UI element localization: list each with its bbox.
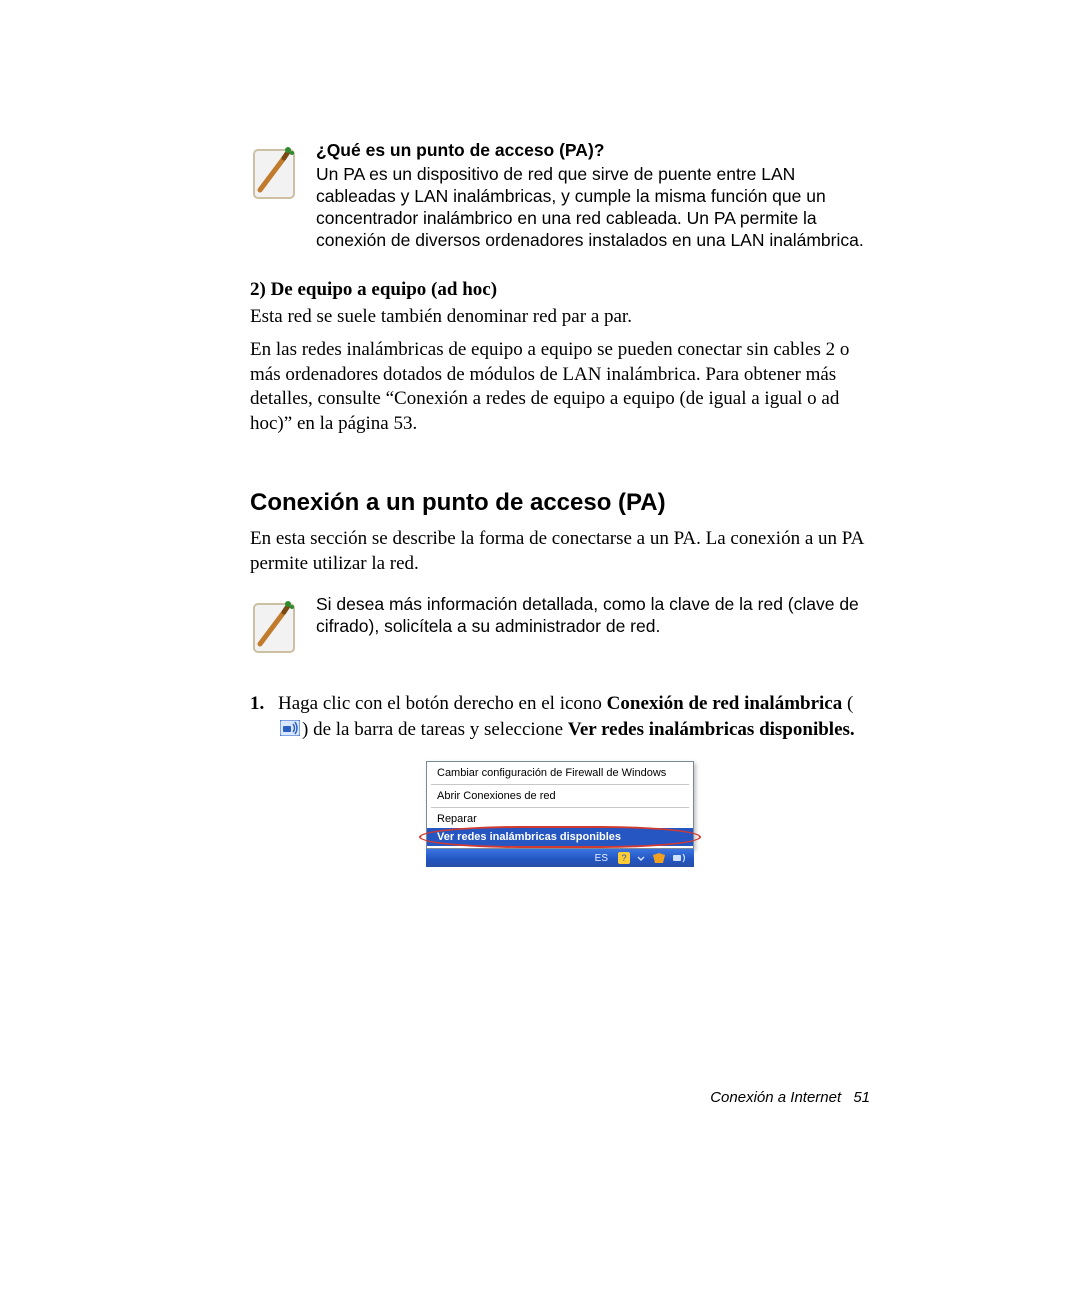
- subheading-adhoc: 2) De equipo a equipo (ad hoc): [250, 279, 870, 301]
- note-body: Un PA es un dispositivo de red que sirve…: [316, 164, 864, 250]
- menu-item-firewall[interactable]: Cambiar configuración de Firewall de Win…: [427, 764, 693, 782]
- note-icon: [250, 144, 298, 209]
- taskbar: ES ?: [426, 849, 694, 867]
- section-heading: Conexión a un punto de acceso (PA): [250, 489, 870, 517]
- wireless-tray-icon[interactable]: [672, 852, 688, 864]
- footer-page-number: 51: [853, 1089, 870, 1106]
- taskbar-tray-icons: ?: [618, 852, 688, 864]
- chevron-icon: [636, 853, 646, 863]
- step-number: 1.: [250, 691, 278, 717]
- taskbar-language[interactable]: ES: [595, 853, 608, 864]
- bold-wireless-connection: Conexión de red inalámbrica: [607, 693, 843, 714]
- context-menu: Cambiar configuración de Firewall de Win…: [426, 761, 694, 849]
- adhoc-paragraph-1: Esta red se suele también denominar red …: [250, 305, 870, 330]
- bold-view-networks: Ver redes inalámbricas disponibles.: [568, 719, 855, 740]
- document-page: ¿Qué es un punto de acceso (PA)? Un PA e…: [0, 0, 1080, 1309]
- svg-text:?: ?: [621, 853, 626, 863]
- context-menu-screenshot: Cambiar configuración de Firewall de Win…: [426, 761, 694, 867]
- adhoc-paragraph-2: En las redes inalámbricas de equipo a eq…: [250, 338, 870, 437]
- page-footer: Conexión a Internet 51: [710, 1089, 870, 1106]
- footer-label: Conexión a Internet: [710, 1089, 841, 1106]
- menu-separator: [431, 784, 689, 785]
- note-title: ¿Qué es un punto de acceso (PA)?: [316, 140, 870, 162]
- section-intro: En esta sección se describe la forma de …: [250, 527, 870, 576]
- note-block-access-point: ¿Qué es un punto de acceso (PA)? Un PA e…: [250, 140, 870, 251]
- menu-item-view-networks[interactable]: Ver redes inalámbricas disponibles: [427, 828, 693, 846]
- menu-item-repair[interactable]: Reparar: [427, 810, 693, 828]
- note-block-admin: Si desea más información detallada, como…: [250, 594, 870, 663]
- step-1: 1. Haga clic con el botón derecho en el …: [250, 691, 870, 743]
- shield-icon: [652, 852, 666, 864]
- menu-separator: [431, 807, 689, 808]
- wireless-tray-icon: [280, 718, 300, 744]
- note-body: Si desea más información detallada, como…: [316, 594, 859, 636]
- note-icon: [250, 598, 298, 663]
- step-text: Haga clic con el botón derecho en el ico…: [278, 691, 870, 743]
- menu-item-open-connections[interactable]: Abrir Conexiones de red: [427, 787, 693, 805]
